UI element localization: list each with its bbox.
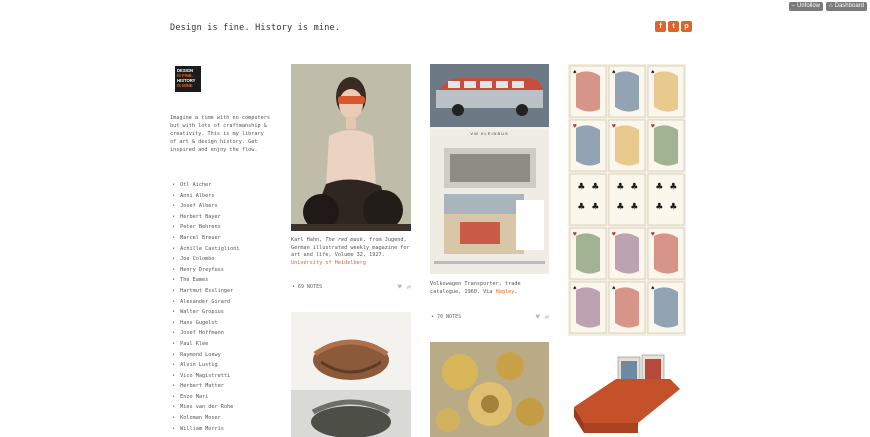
post-meta: • 70 NOTES ♥ ⇄	[431, 313, 549, 321]
designer-link[interactable]: Walter Gropius	[172, 307, 239, 318]
designer-link[interactable]: Otl Aicher	[172, 180, 239, 191]
designer-link[interactable]: Paul Klee	[172, 339, 239, 350]
svg-text:♣: ♣	[631, 180, 638, 193]
post-image-red-mask[interactable]	[291, 64, 411, 231]
designer-link[interactable]: Alexander Girard	[172, 297, 239, 308]
designer-link[interactable]: Vico Magistretti	[172, 371, 239, 382]
designer-link[interactable]: Henry Dreyfuss	[172, 265, 239, 276]
svg-text:♠: ♠	[651, 285, 655, 292]
site-title[interactable]: Design is fine. History is mine.	[170, 23, 340, 33]
pinterest-icon[interactable]: p	[681, 21, 692, 32]
svg-text:♠: ♠	[573, 69, 577, 76]
share-buttons: f t p	[655, 21, 692, 32]
designer-link[interactable]: Joe Colombo	[172, 254, 239, 265]
designer-link[interactable]: Herbert Matter	[172, 381, 239, 392]
caption-text: .	[514, 288, 518, 295]
svg-text:♥: ♥	[573, 123, 577, 130]
designer-link[interactable]: Josef Albers	[172, 201, 239, 212]
designer-link[interactable]: Koloman Moser	[172, 413, 239, 424]
notes-count[interactable]: • 69 NOTES	[292, 284, 322, 290]
designer-link[interactable]: Marcel Breuer	[172, 233, 239, 244]
designer-link[interactable]: Alvin Lustig	[172, 360, 239, 371]
designer-link[interactable]: Josef Hoffmann	[172, 328, 239, 339]
post-image-playing-cards[interactable]: ♠ ♠ ♠ ♥ ♥ ♥ ♣ ♣ ♣ ♣ ♣ ♣ ♣ ♣ ♣ ♣ ♣ ♣ ♥ ♥ ♥ ♠ ♠ ♠	[568, 64, 686, 336]
like-icon[interactable]: ♥	[398, 283, 402, 291]
svg-text:♣: ♣	[592, 200, 599, 213]
designer-link[interactable]: Hartmut Esslinger	[172, 286, 239, 297]
svg-text:♥: ♥	[612, 231, 616, 238]
post-meta: • 69 NOTES ♥ ⇄	[292, 283, 411, 291]
post-image-embroidery[interactable]	[430, 342, 549, 437]
source-link[interactable]: Hagley	[496, 289, 515, 295]
reblog-icon[interactable]: ⇄	[545, 313, 549, 321]
dashboard-button[interactable]: ⌂ Dashboard	[826, 2, 867, 11]
caption-text: Karl Hahn,	[291, 237, 326, 243]
designer-link[interactable]: Achille Castiglioni	[172, 244, 239, 255]
svg-text:♣: ♣	[656, 200, 663, 213]
svg-text:♥: ♥	[651, 231, 655, 238]
notes-count[interactable]: • 70 NOTES	[431, 314, 461, 320]
svg-text:♣: ♣	[617, 200, 624, 213]
post-image-card-box[interactable]	[568, 345, 686, 437]
catalogue-header: VW KLEINBUS	[470, 131, 509, 136]
tumblr-controls: – Unfollow ⌂ Dashboard	[788, 2, 867, 11]
svg-text:♣: ♣	[578, 180, 585, 193]
post-image-vw-catalogue[interactable]: VW KLEINBUS	[430, 64, 549, 274]
dashboard-label: Dashboard	[834, 3, 864, 9]
svg-text:♣: ♣	[631, 200, 638, 213]
svg-text:♠: ♠	[612, 69, 616, 76]
like-icon[interactable]: ♥	[536, 313, 540, 321]
unfollow-button[interactable]: – Unfollow	[788, 2, 824, 11]
designer-link[interactable]: William Morris	[172, 424, 239, 435]
reblog-icon[interactable]: ⇄	[407, 283, 411, 291]
designer-link[interactable]: Peter Behrens	[172, 222, 239, 233]
twitter-icon[interactable]: t	[668, 21, 679, 32]
svg-text:♣: ♣	[670, 200, 677, 213]
designer-link[interactable]: Mies van der Rohe	[172, 402, 239, 413]
minus-icon: –	[791, 3, 795, 9]
blog-description: Imagine a time with no computers but wit…	[170, 115, 270, 153]
svg-text:♠: ♠	[651, 69, 655, 76]
svg-text:♥: ♥	[573, 231, 577, 238]
source-link[interactable]: University of Heidelberg	[291, 260, 366, 266]
svg-text:♣: ♣	[592, 180, 599, 193]
facebook-icon[interactable]: f	[655, 21, 666, 32]
designer-link[interactable]: Herbert Bayer	[172, 212, 239, 223]
designer-link[interactable]: Anni Albers	[172, 191, 239, 202]
svg-text:♣: ♣	[617, 180, 624, 193]
svg-text:♥: ♥	[612, 123, 616, 130]
unfollow-label: Unfollow	[797, 3, 821, 9]
designer-link[interactable]: Hans Gugelot	[172, 318, 239, 329]
svg-text:♠: ♠	[612, 285, 616, 292]
logo-line: IS MINE	[177, 83, 193, 88]
designer-link[interactable]: Enzo Mari	[172, 392, 239, 403]
designer-link[interactable]: The Eames	[172, 275, 239, 286]
svg-text:♥: ♥	[651, 123, 655, 130]
svg-text:♣: ♣	[670, 180, 677, 193]
designer-list: Otl AicherAnni AlbersJosef AlbersHerbert…	[172, 180, 239, 434]
post-image-pouches[interactable]	[291, 312, 411, 437]
svg-text:♠: ♠	[573, 285, 577, 292]
designer-link[interactable]: Raymond Loewy	[172, 350, 239, 361]
caption-title: The red mask	[325, 237, 363, 243]
post-caption-vw: Volkswagen Transporter, trade catalogue,…	[430, 281, 549, 296]
blog-logo[interactable]: DESIGN IS FINE. HISTORY IS MINE	[175, 66, 201, 92]
post-caption-red-mask: Karl Hahn, The red mask, from Jugend, Ge…	[291, 237, 411, 267]
svg-text:♣: ♣	[656, 180, 663, 193]
home-icon: ⌂	[829, 3, 833, 9]
svg-text:♣: ♣	[578, 200, 585, 213]
